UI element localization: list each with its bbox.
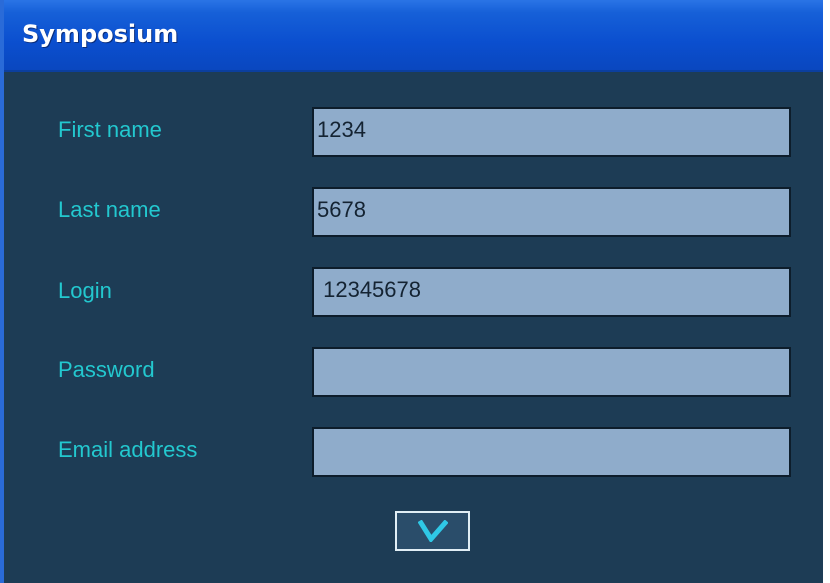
first-name-input[interactable]: 1234 bbox=[312, 107, 791, 157]
symposium-window: Symposium First name 1234 Last name 5678… bbox=[0, 0, 823, 583]
password-label: Password bbox=[58, 357, 155, 382]
login-input[interactable]: 12345678 bbox=[312, 267, 791, 317]
email-address-label: Email address bbox=[58, 437, 198, 462]
login-label: Login bbox=[58, 278, 112, 303]
last-name-input[interactable]: 5678 bbox=[312, 187, 791, 237]
checkmark-icon bbox=[417, 520, 448, 542]
submit-button[interactable] bbox=[395, 511, 470, 551]
title-bar[interactable]: Symposium bbox=[4, 0, 823, 72]
last-name-label: Last name bbox=[58, 197, 161, 222]
email-address-input[interactable] bbox=[312, 427, 791, 477]
password-input[interactable] bbox=[312, 347, 791, 397]
window-title: Symposium bbox=[22, 20, 179, 48]
first-name-label: First name bbox=[58, 117, 162, 142]
